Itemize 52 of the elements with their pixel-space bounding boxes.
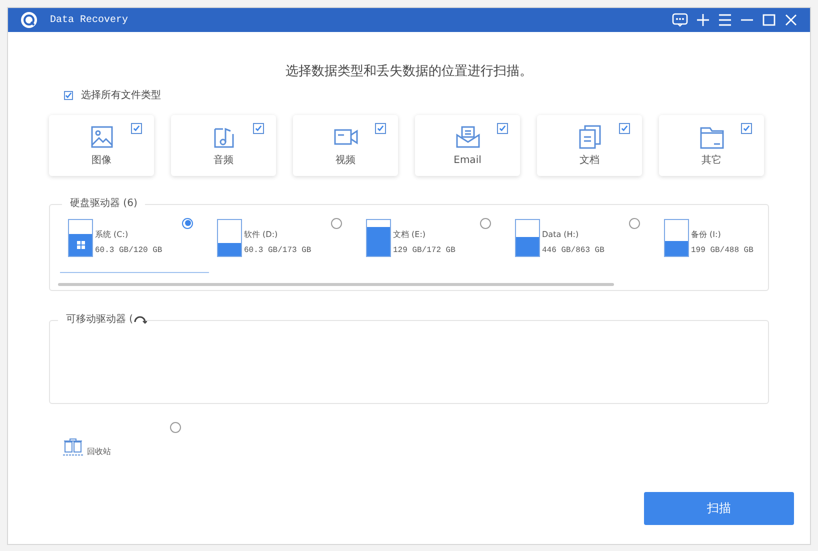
file-type-label: Email (454, 154, 482, 168)
file-type-label: 音频 (214, 154, 234, 168)
file-type-checkbox[interactable] (619, 122, 630, 134)
app-logo-icon (20, 11, 38, 29)
select-all-label: 选择所有文件类型 (81, 88, 161, 102)
file-type-label: 图像 (92, 154, 112, 168)
close-icon[interactable] (784, 13, 798, 27)
drive-usage: 60.3 GB/120 GB (95, 244, 162, 256)
file-type-card[interactable]: 文档 (537, 114, 642, 176)
file-type-card[interactable]: 图像 (49, 114, 154, 176)
recycle-bin-label: 回收站 (87, 446, 111, 458)
drive-usage: 129 GB/172 GB (393, 244, 456, 256)
file-type-label: 其它 (702, 154, 722, 168)
drive-radio[interactable] (629, 218, 640, 228)
file-type-checkbox[interactable] (253, 122, 264, 134)
drive-name: 系统 (C:) (95, 228, 130, 240)
file-type-card[interactable]: 其它 (659, 114, 764, 176)
recycle-bin-icon (62, 436, 84, 458)
file-type-checkbox[interactable] (497, 122, 508, 134)
recycle-bin-radio[interactable] (170, 422, 181, 432)
maximize-icon[interactable] (762, 13, 776, 27)
file-type-card[interactable]: 视频 (293, 114, 398, 176)
drive-usage: 446 GB/863 GB (542, 244, 604, 256)
drive-radio[interactable] (331, 218, 342, 228)
drive-radio[interactable] (182, 218, 193, 228)
drive-radio[interactable] (480, 218, 491, 228)
drive-name: Data (H:) (542, 228, 580, 240)
document-icon (576, 124, 602, 150)
file-type-checkbox[interactable] (375, 122, 386, 134)
drive-usage: 199 GB/488 GB (691, 244, 754, 256)
menu-icon[interactable] (718, 13, 732, 27)
drive-usage: 60.3 GB/173 GB (244, 244, 312, 256)
window-title: Data Recovery (50, 14, 128, 28)
chat-icon[interactable] (672, 13, 688, 27)
scan-button[interactable]: 扫描 (644, 492, 794, 524)
envelope-icon (454, 124, 480, 150)
file-type-label: 文档 (580, 154, 600, 168)
file-type-card[interactable]: Email (415, 114, 520, 176)
windows-logo-icon (76, 240, 84, 249)
file-type-label: 视频 (336, 154, 356, 168)
file-type-card[interactable]: 音频 (171, 114, 276, 176)
drive-name: 文档 (E:) (393, 228, 427, 240)
drive-name: 备份 (I:) (691, 228, 722, 240)
file-type-checkbox[interactable] (741, 122, 752, 134)
panel-title: 硬盘驱动器 (6) (62, 196, 146, 210)
drive-name: 软件 (D:) (244, 228, 279, 240)
panel-title: 可移动驱动器 ( (58, 312, 134, 326)
image-icon (88, 124, 114, 150)
file-type-checkbox[interactable] (131, 122, 142, 134)
plus-icon[interactable] (696, 13, 710, 27)
heading: 选择数据类型和丢失数据的位置进行扫描。 (286, 63, 532, 81)
select-all-checkbox[interactable] (64, 90, 73, 100)
